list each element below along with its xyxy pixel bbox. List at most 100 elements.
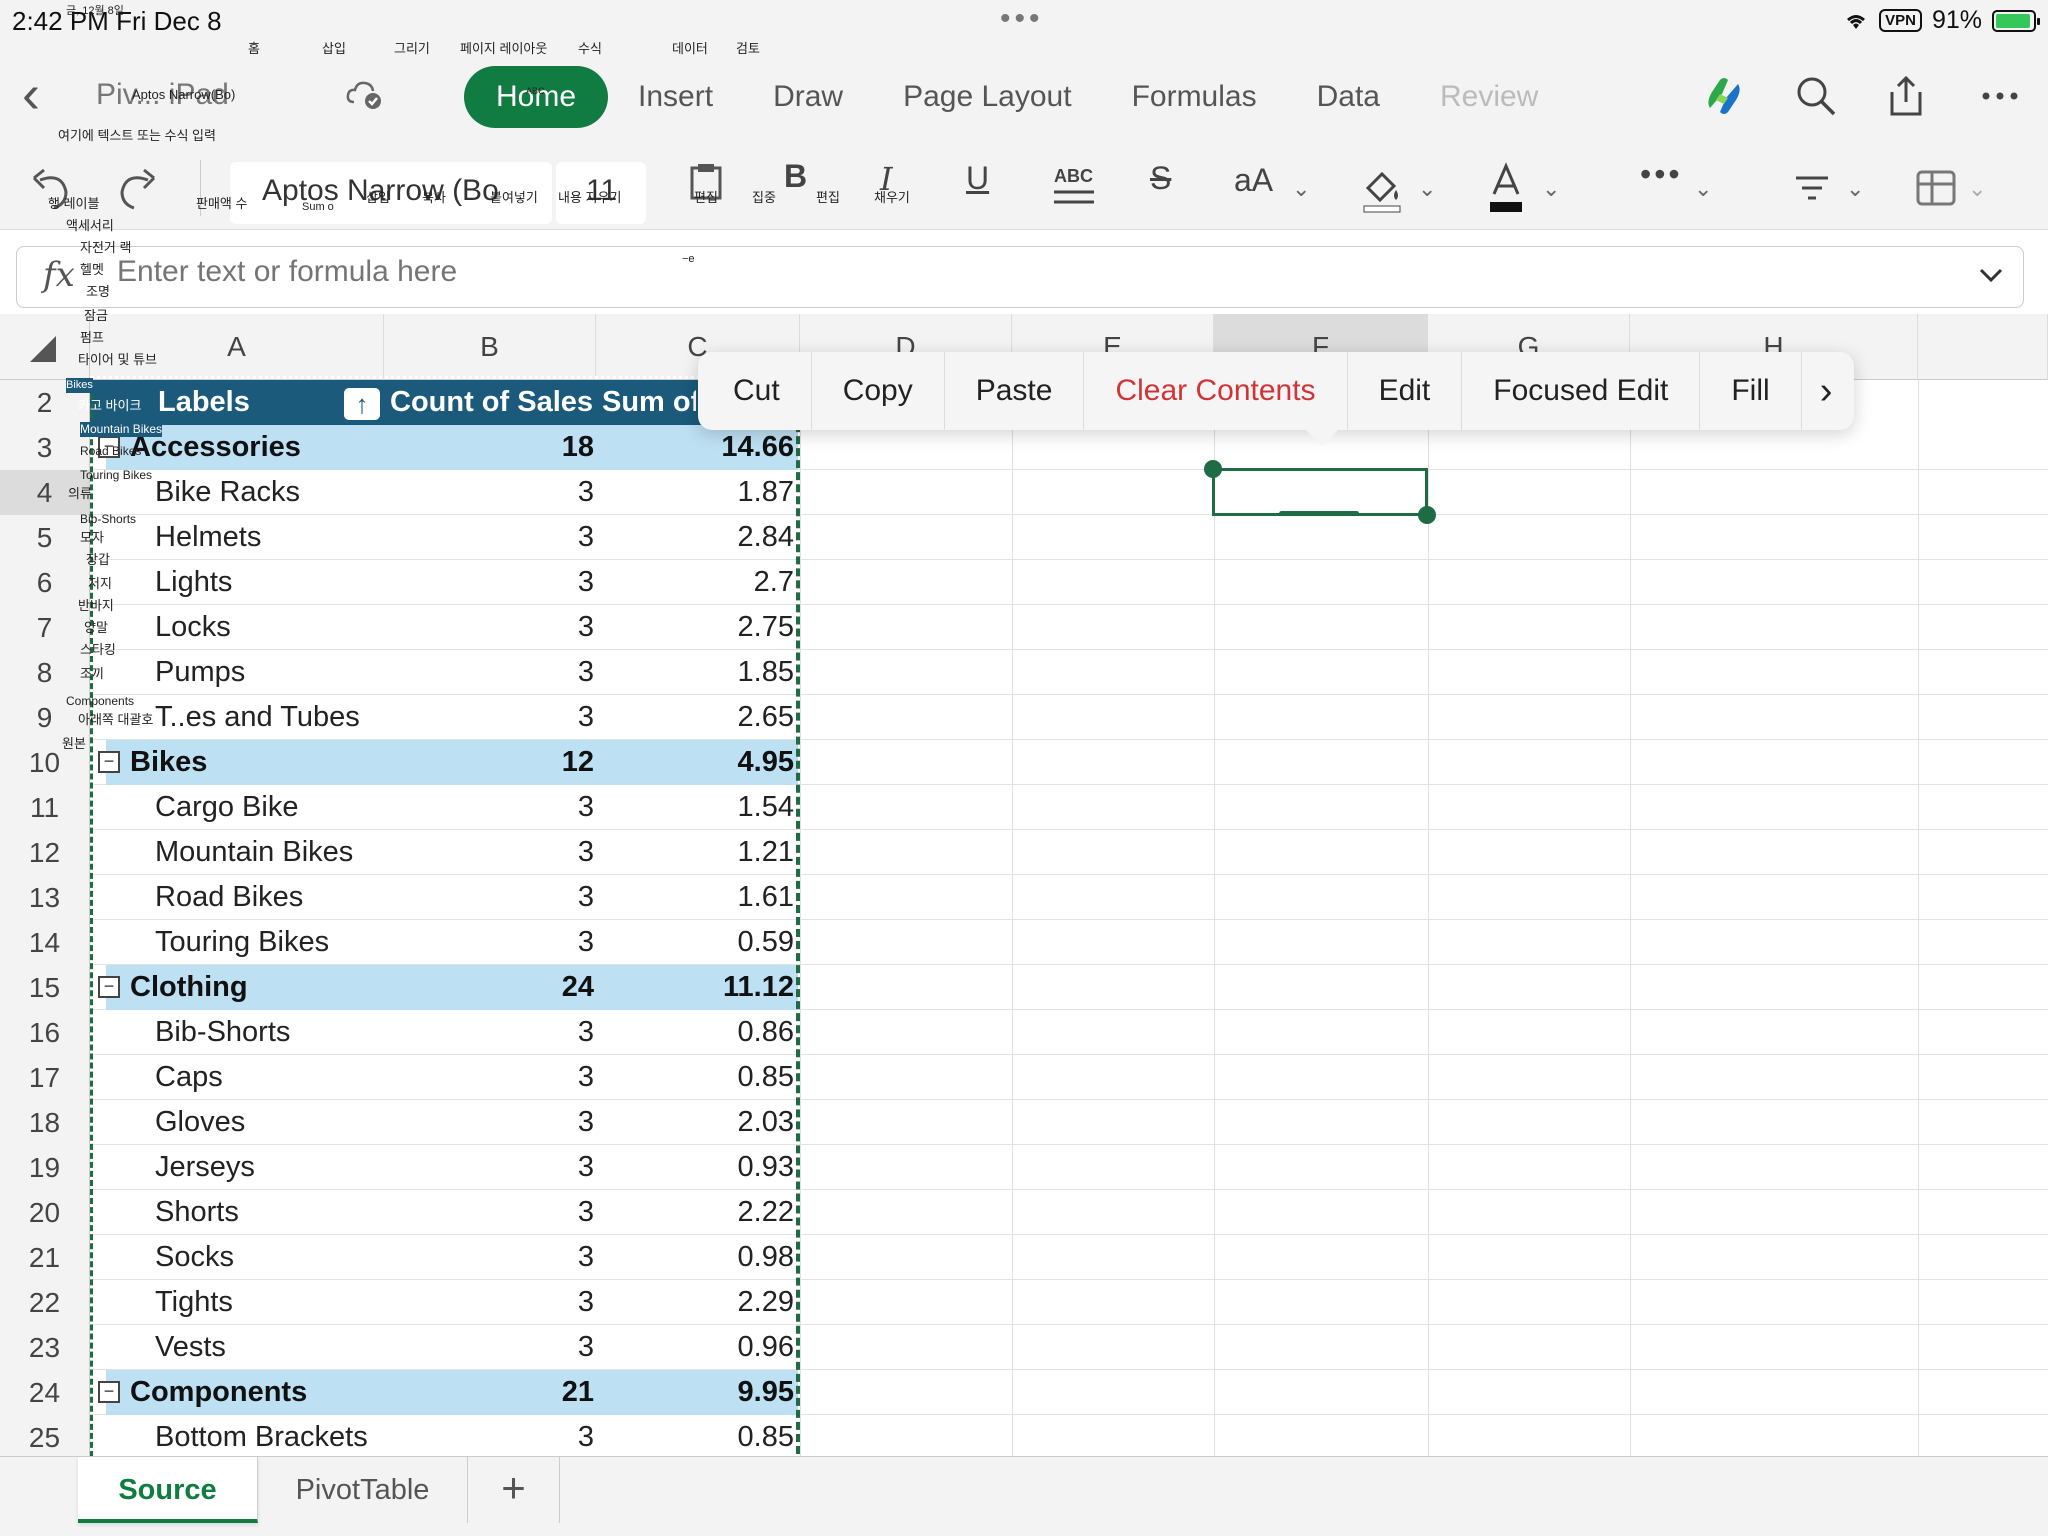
cloud-sync-icon[interactable]	[344, 74, 384, 114]
item-label[interactable]: Tights	[155, 1280, 395, 1325]
selection-handle-bottom-right[interactable]	[1418, 506, 1436, 524]
sum-value[interactable]: 2.03	[596, 1100, 794, 1145]
count-value[interactable]: 3	[384, 1100, 594, 1145]
row-number[interactable]: 13	[0, 875, 90, 920]
count-value[interactable]: 3	[384, 1190, 594, 1235]
count-value[interactable]: 3	[384, 695, 594, 740]
table-row[interactable]: 24− Components 21 9.95	[0, 1370, 2048, 1415]
collapse-icon[interactable]: −	[98, 976, 120, 998]
sum-value[interactable]: 0.93	[596, 1145, 794, 1190]
fill-color-icon[interactable]	[1358, 158, 1406, 218]
count-value[interactable]: 3	[384, 1010, 594, 1055]
count-value[interactable]: 3	[384, 515, 594, 560]
strikethrough-icon[interactable]: S	[1150, 160, 1171, 197]
item-label[interactable]: Helmets	[155, 515, 395, 560]
sum-value[interactable]: 1.21	[596, 830, 794, 875]
row-number[interactable]: 18	[0, 1100, 90, 1145]
table-row[interactable]: 10− Bikes 12 4.95	[0, 740, 2048, 785]
count-value[interactable]: 3	[384, 1415, 594, 1456]
item-label[interactable]: Jerseys	[155, 1145, 395, 1190]
item-label[interactable]: Locks	[155, 605, 395, 650]
copy-button[interactable]: Copy	[812, 352, 945, 430]
row-number[interactable]: 14	[0, 920, 90, 965]
sum-value[interactable]: 2.22	[596, 1190, 794, 1235]
count-value[interactable]: 18	[384, 425, 594, 470]
item-label[interactable]: Road Bikes	[155, 875, 395, 920]
table-row[interactable]: 9 T..es and Tubes 3 2.65	[0, 695, 2048, 740]
table-row[interactable]: 17 Caps 3 0.85	[0, 1055, 2048, 1100]
pivot-count-header[interactable]: Count of Sales	[390, 380, 600, 425]
count-value[interactable]: 3	[384, 560, 594, 605]
table-row[interactable]: 6 Lights 3 2.7	[0, 560, 2048, 605]
clear-contents-button[interactable]: Clear Contents	[1084, 352, 1348, 430]
row-number[interactable]: 20	[0, 1190, 90, 1235]
row-number[interactable]: 11	[0, 785, 90, 830]
item-label[interactable]: Socks	[155, 1235, 395, 1280]
sum-value[interactable]: 2.65	[596, 695, 794, 740]
item-label[interactable]: Gloves	[155, 1100, 395, 1145]
table-row[interactable]: 19 Jerseys 3 0.93	[0, 1145, 2048, 1190]
count-value[interactable]: 3	[384, 920, 594, 965]
tab-formulas[interactable]: Formulas	[1102, 66, 1287, 128]
table-row[interactable]: 4 Bike Racks 3 1.87	[0, 470, 2048, 515]
row-number[interactable]: 23	[0, 1325, 90, 1370]
item-label[interactable]: Bottom Brackets	[155, 1415, 395, 1456]
table-row[interactable]: 3− Accessories 18 14.66	[0, 425, 2048, 470]
row-number[interactable]: 5	[0, 515, 90, 560]
row-number[interactable]: 22	[0, 1280, 90, 1325]
table-row[interactable]: 5 Helmets 3 2.84	[0, 515, 2048, 560]
edit-button[interactable]: Edit	[1348, 352, 1463, 430]
item-label[interactable]: Touring Bikes	[155, 920, 395, 965]
sheet-tab-pivottable[interactable]: PivotTable	[258, 1457, 468, 1523]
count-value[interactable]: 12	[384, 740, 594, 785]
collapse-icon[interactable]: −	[98, 1381, 120, 1403]
chevron-down-icon[interactable]: ⌄	[1968, 176, 1986, 202]
column-header-b[interactable]: B	[384, 314, 596, 380]
collapse-icon[interactable]: −	[98, 751, 120, 773]
count-value[interactable]: 3	[384, 1280, 594, 1325]
sum-value[interactable]: 14.66	[596, 425, 794, 470]
chevron-down-icon[interactable]: ⌄	[1292, 176, 1310, 202]
bold-icon[interactable]: B	[784, 158, 807, 195]
item-label[interactable]: Cargo Bike	[155, 785, 395, 830]
cut-button[interactable]: Cut	[702, 352, 812, 430]
chevron-down-icon[interactable]: ⌄	[1846, 176, 1864, 202]
sum-value[interactable]: 2.29	[596, 1280, 794, 1325]
multitasking-dots-icon[interactable]: •••	[1000, 2, 1044, 36]
share-icon[interactable]	[1884, 74, 1928, 118]
sum-value[interactable]: 0.96	[596, 1325, 794, 1370]
sum-value[interactable]: 2.75	[596, 605, 794, 650]
sum-value[interactable]: 0.85	[596, 1415, 794, 1456]
item-label[interactable]: Bib-Shorts	[155, 1010, 395, 1055]
select-all-corner[interactable]	[0, 314, 90, 380]
table-row[interactable]: 21 Socks 3 0.98	[0, 1235, 2048, 1280]
fill-button[interactable]: Fill	[1700, 352, 1802, 430]
fx-icon[interactable]: fx	[43, 255, 75, 295]
row-number[interactable]: 19	[0, 1145, 90, 1190]
copilot-icon[interactable]	[1700, 72, 1748, 120]
row-number[interactable]: 21	[0, 1235, 90, 1280]
table-format-icon[interactable]	[1914, 158, 1958, 218]
search-icon[interactable]	[1794, 74, 1838, 118]
column-header-next[interactable]	[1918, 314, 2048, 380]
sum-value[interactable]: 2.7	[596, 560, 794, 605]
paste-clipboard-icon[interactable]	[688, 158, 726, 218]
group-label[interactable]: Bikes	[130, 740, 370, 785]
row-number[interactable]: 24	[0, 1370, 90, 1415]
pivot-sum-header[interactable]: Sum of	[602, 380, 696, 425]
sum-value[interactable]: 0.98	[596, 1235, 794, 1280]
more-ribbon-icon[interactable]: •••	[1640, 156, 1683, 193]
redo-icon[interactable]	[116, 158, 160, 218]
table-row[interactable]: 16 Bib-Shorts 3 0.86	[0, 1010, 2048, 1055]
group-label[interactable]: Accessories	[130, 425, 370, 470]
count-value[interactable]: 3	[384, 470, 594, 515]
formula-input[interactable]	[117, 255, 1817, 289]
count-value[interactable]: 3	[384, 1235, 594, 1280]
table-row[interactable]: 11 Cargo Bike 3 1.54	[0, 785, 2048, 830]
sheet-tab-source[interactable]: Source	[78, 1457, 258, 1523]
selected-cell-f4[interactable]	[1212, 468, 1428, 516]
item-label[interactable]: Bike Racks	[155, 470, 395, 515]
table-row[interactable]: 15− Clothing 24 11.12	[0, 965, 2048, 1010]
table-row[interactable]: 12 Mountain Bikes 3 1.21	[0, 830, 2048, 875]
sum-value[interactable]: 1.61	[596, 875, 794, 920]
